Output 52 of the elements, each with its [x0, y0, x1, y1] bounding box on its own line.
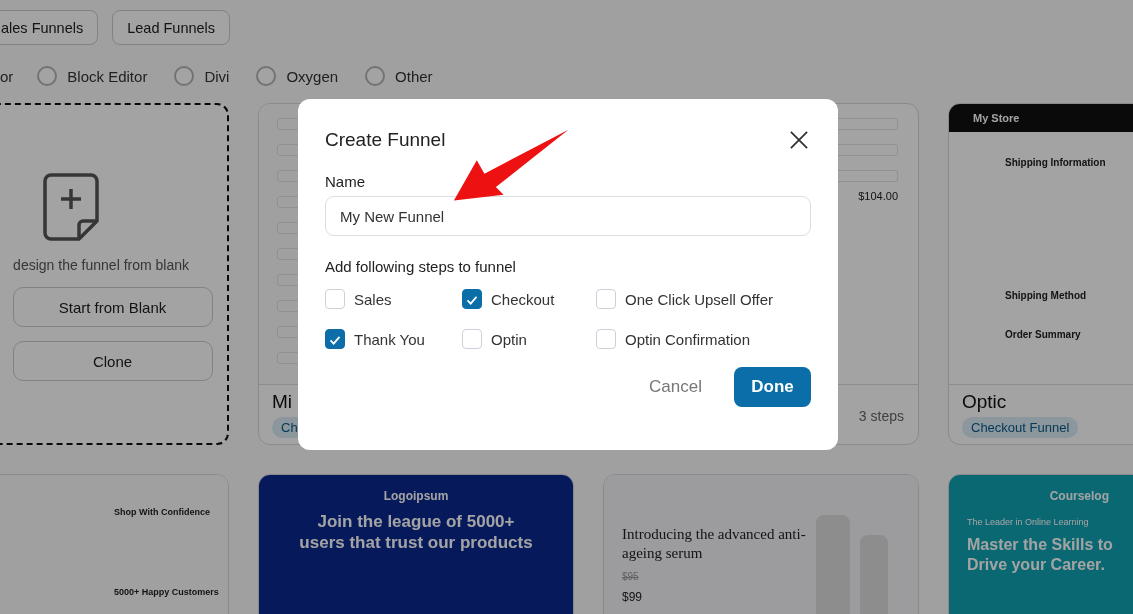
preview-text: $95: [622, 570, 640, 582]
preview-text: Master the Skills to Drive your Career.: [967, 535, 1114, 575]
template-preview[interactable]: Introducing the advanced anti-ageing serum $95 $99: [604, 475, 918, 614]
name-input-field[interactable]: My New Funnel: [325, 196, 811, 236]
radio-button[interactable]: [365, 66, 386, 86]
new-page-icon: [43, 173, 99, 243]
dialog-title: Create Funnel: [325, 129, 446, 151]
radio-label: Other: [395, 67, 433, 85]
preview-text: Introducing the advanced anti-ageing serum: [622, 525, 807, 563]
checkbox-label: Optin Confirmation: [625, 330, 751, 348]
preview-text: Courselog: [1049, 489, 1109, 503]
preview-text: Shipping Method: [1005, 290, 1088, 301]
template-name: Mi: [272, 391, 293, 413]
category-tab[interactable]: Lead Funnels: [112, 10, 231, 45]
preview-text: Order Summary: [1005, 329, 1082, 340]
funnel-type-tag: Checkout Funnel: [962, 417, 1079, 438]
preview-text: The Leader in Online Learning: [967, 517, 1090, 527]
step-count: 3 steps: [858, 408, 904, 426]
radio-label: Oxygen: [286, 67, 339, 85]
radio-label: Block Editor: [67, 67, 148, 85]
template-card[interactable]: My Store Shipping Information Shipping Method Order Summary Optic Checkout Funnel: [948, 103, 1133, 445]
radio-button[interactable]: [256, 66, 277, 86]
done-button[interactable]: Done: [734, 367, 811, 407]
checkbox-label: One Click Upsell Offer: [625, 290, 774, 308]
steps-label: Add following steps to funnel: [325, 258, 517, 275]
preview-text: Join the league of 5000+ users that trust our products: [298, 511, 534, 554]
radio-label: or: [0, 67, 14, 85]
radio-button[interactable]: [174, 66, 195, 86]
radio-button[interactable]: [37, 66, 58, 86]
template-preview[interactable]: Logoipsum Join the league of 5000+ users that trust our products: [259, 475, 573, 614]
template-name: Optic: [962, 391, 1007, 413]
radio-label: Divi: [204, 67, 230, 85]
close-icon[interactable]: [790, 131, 808, 149]
preview-text: 5000+ Happy Customers: [114, 587, 220, 597]
field-label: Name: [325, 173, 366, 190]
blank-card-text: design the funnel from blank: [13, 257, 189, 273]
preview-text: Logoipsum: [383, 489, 449, 503]
checkbox-label: Optin: [491, 330, 527, 348]
blank-card-button[interactable]: Start from Blank: [12, 287, 213, 327]
preview-text: Shipping Information: [1005, 157, 1107, 168]
blank-card-button[interactable]: Clone: [12, 341, 213, 381]
preview-text: Shop With Confidence: [114, 507, 211, 517]
checkbox[interactable]: [325, 329, 345, 349]
category-tab[interactable]: ales Funnels: [0, 10, 99, 45]
checkbox-label: Checkout: [491, 290, 555, 308]
checkbox-label: Thank You: [354, 330, 425, 348]
preview-text: My Store: [973, 111, 1021, 126]
cancel-button[interactable]: Cancel: [643, 376, 708, 398]
preview-text: $104.00: [857, 190, 898, 202]
checkbox-label: Sales: [354, 290, 392, 308]
preview-text: $99: [622, 589, 644, 604]
checkbox[interactable]: [462, 289, 482, 309]
